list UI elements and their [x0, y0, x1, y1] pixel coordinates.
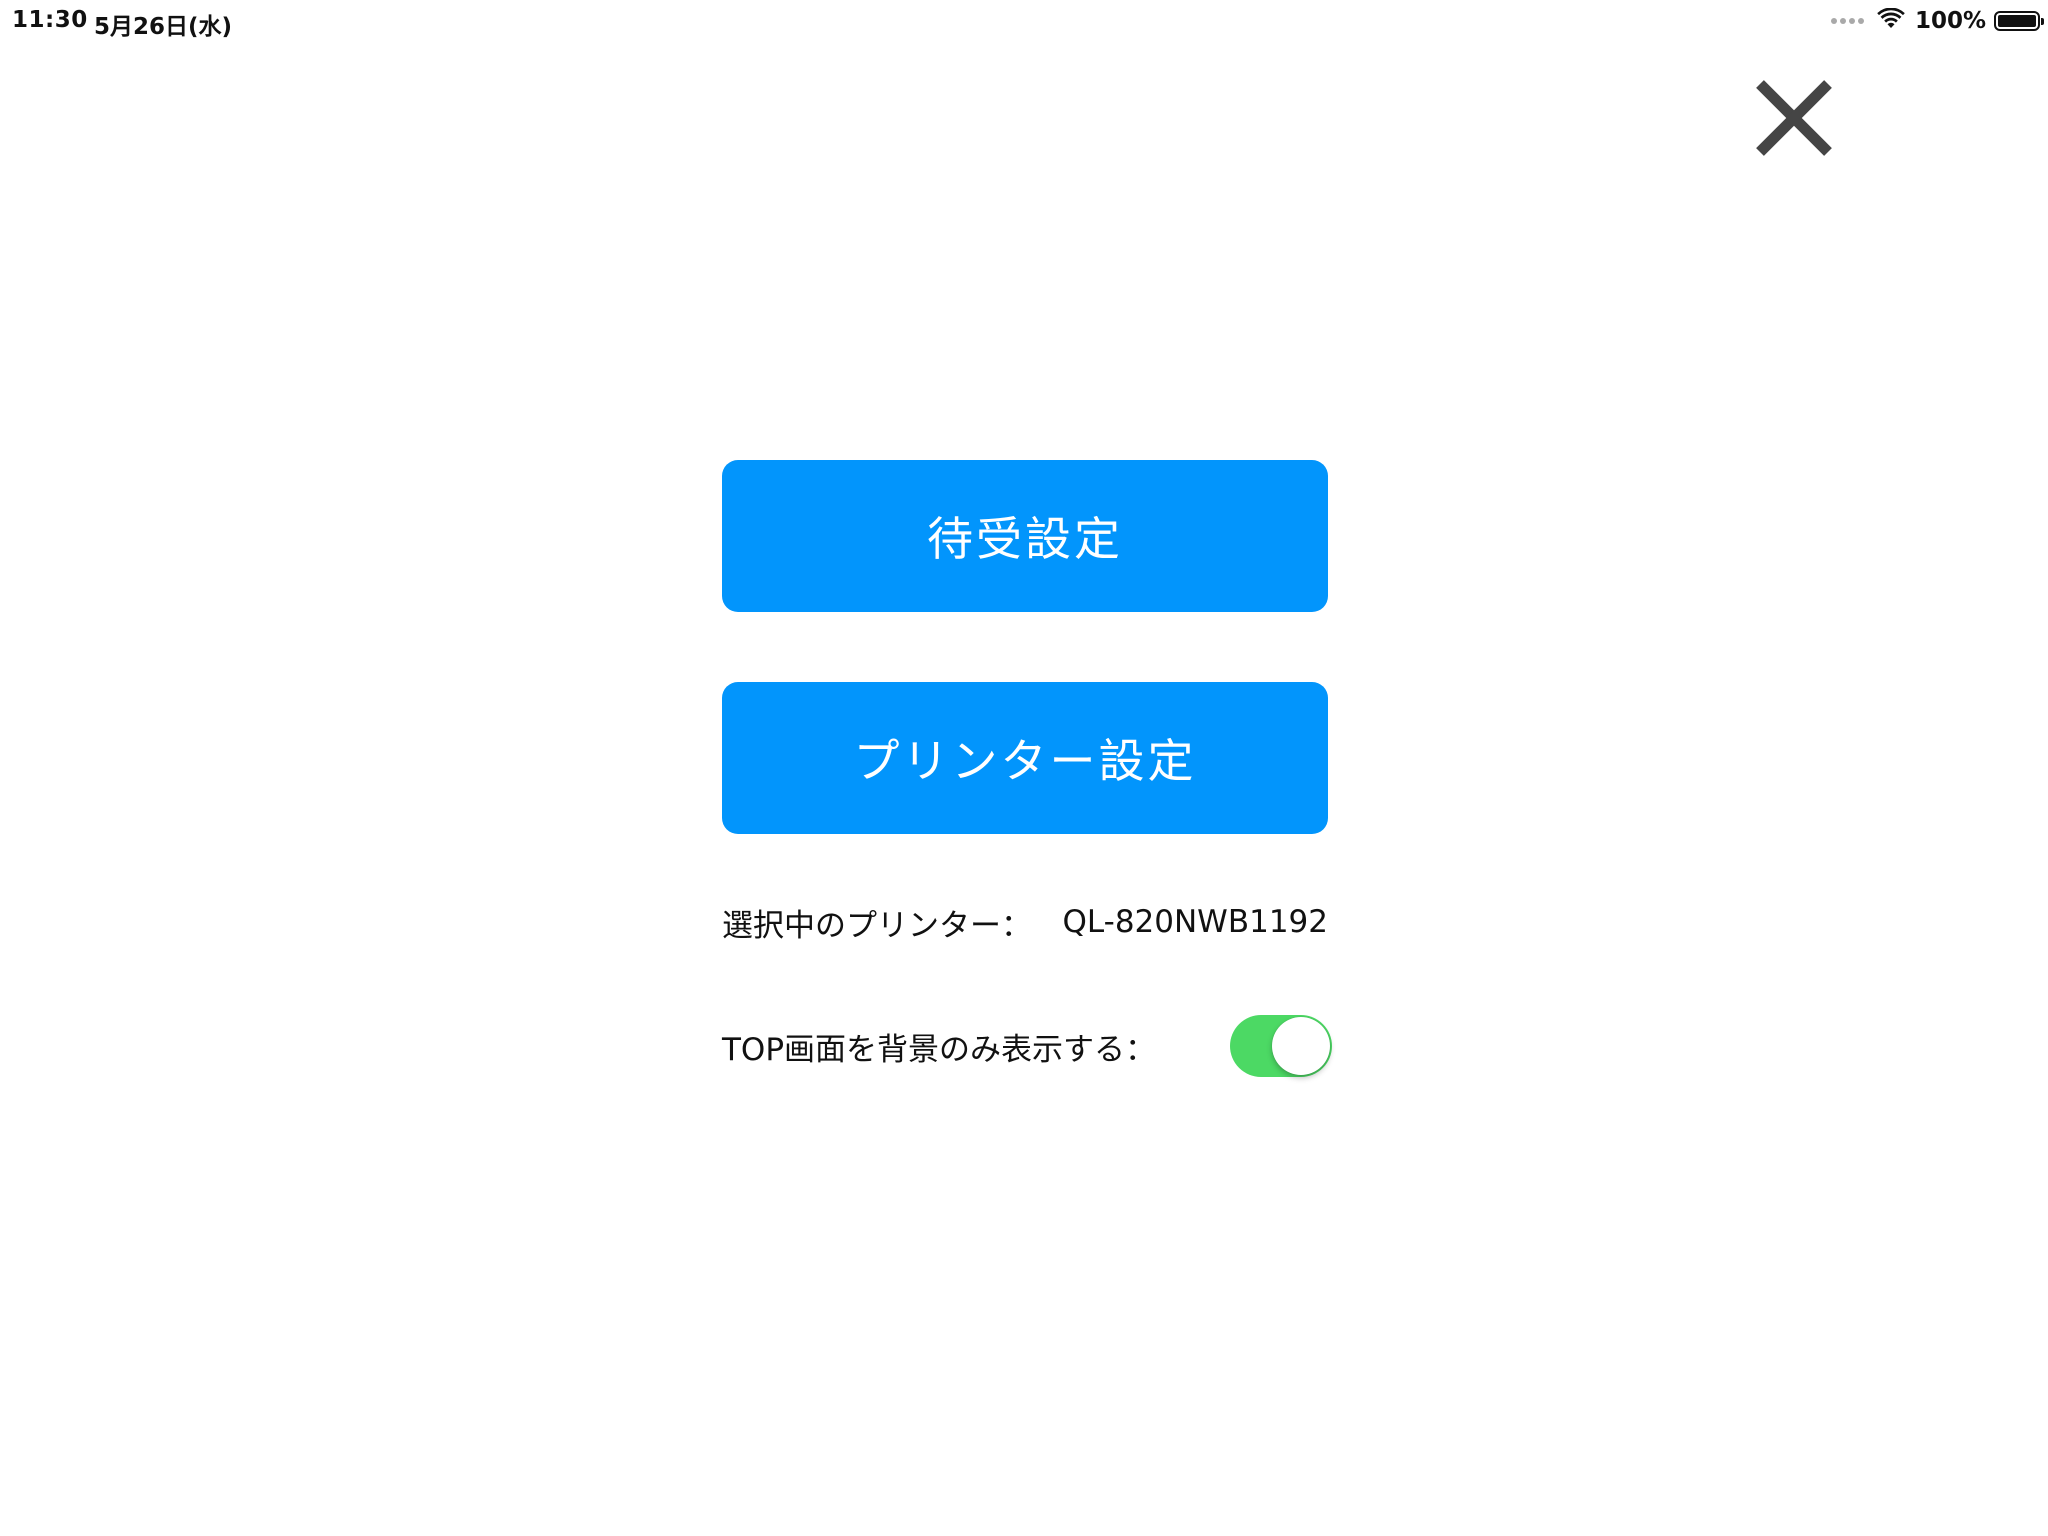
status-date: 5月26日(水)	[94, 14, 233, 40]
selected-printer-row: 選択中のプリンター： QL-820NWB1192	[722, 900, 1328, 944]
signal-dots-icon	[1830, 18, 1867, 24]
toggle-knob[interactable]	[1272, 1017, 1330, 1075]
printer-settings-button[interactable]: プリンター設定	[722, 682, 1328, 834]
selected-printer-value: QL-820NWB1192	[1062, 904, 1328, 940]
status-indicators: 100%	[1830, 6, 2044, 36]
close-icon	[1756, 80, 1832, 156]
status-bar: 11:30 5月26日(水) 100%	[0, 0, 2048, 42]
battery-icon	[1994, 11, 2044, 31]
top-screen-background-row: TOP画面を背景のみ表示する：	[722, 1015, 1334, 1077]
printer-settings-label: プリンター設定	[853, 734, 1197, 788]
top-screen-background-toggle[interactable]	[1230, 1015, 1332, 1077]
settings-screen: 11:30 5月26日(水) 100% 待受設定 プリンター設定 選択中のプリン…	[0, 0, 2048, 1536]
wifi-icon	[1877, 7, 1905, 34]
status-time: 11:30	[12, 7, 88, 33]
standby-settings-label: 待受設定	[927, 512, 1123, 566]
battery-percent: 100%	[1914, 8, 1986, 34]
selected-printer-label: 選択中のプリンター：	[722, 907, 1032, 944]
close-button[interactable]	[1750, 74, 1838, 162]
battery-fill	[1998, 15, 2036, 27]
standby-settings-button[interactable]: 待受設定	[722, 460, 1328, 612]
top-screen-background-label: TOP画面を背景のみ表示する：	[722, 1031, 1157, 1068]
